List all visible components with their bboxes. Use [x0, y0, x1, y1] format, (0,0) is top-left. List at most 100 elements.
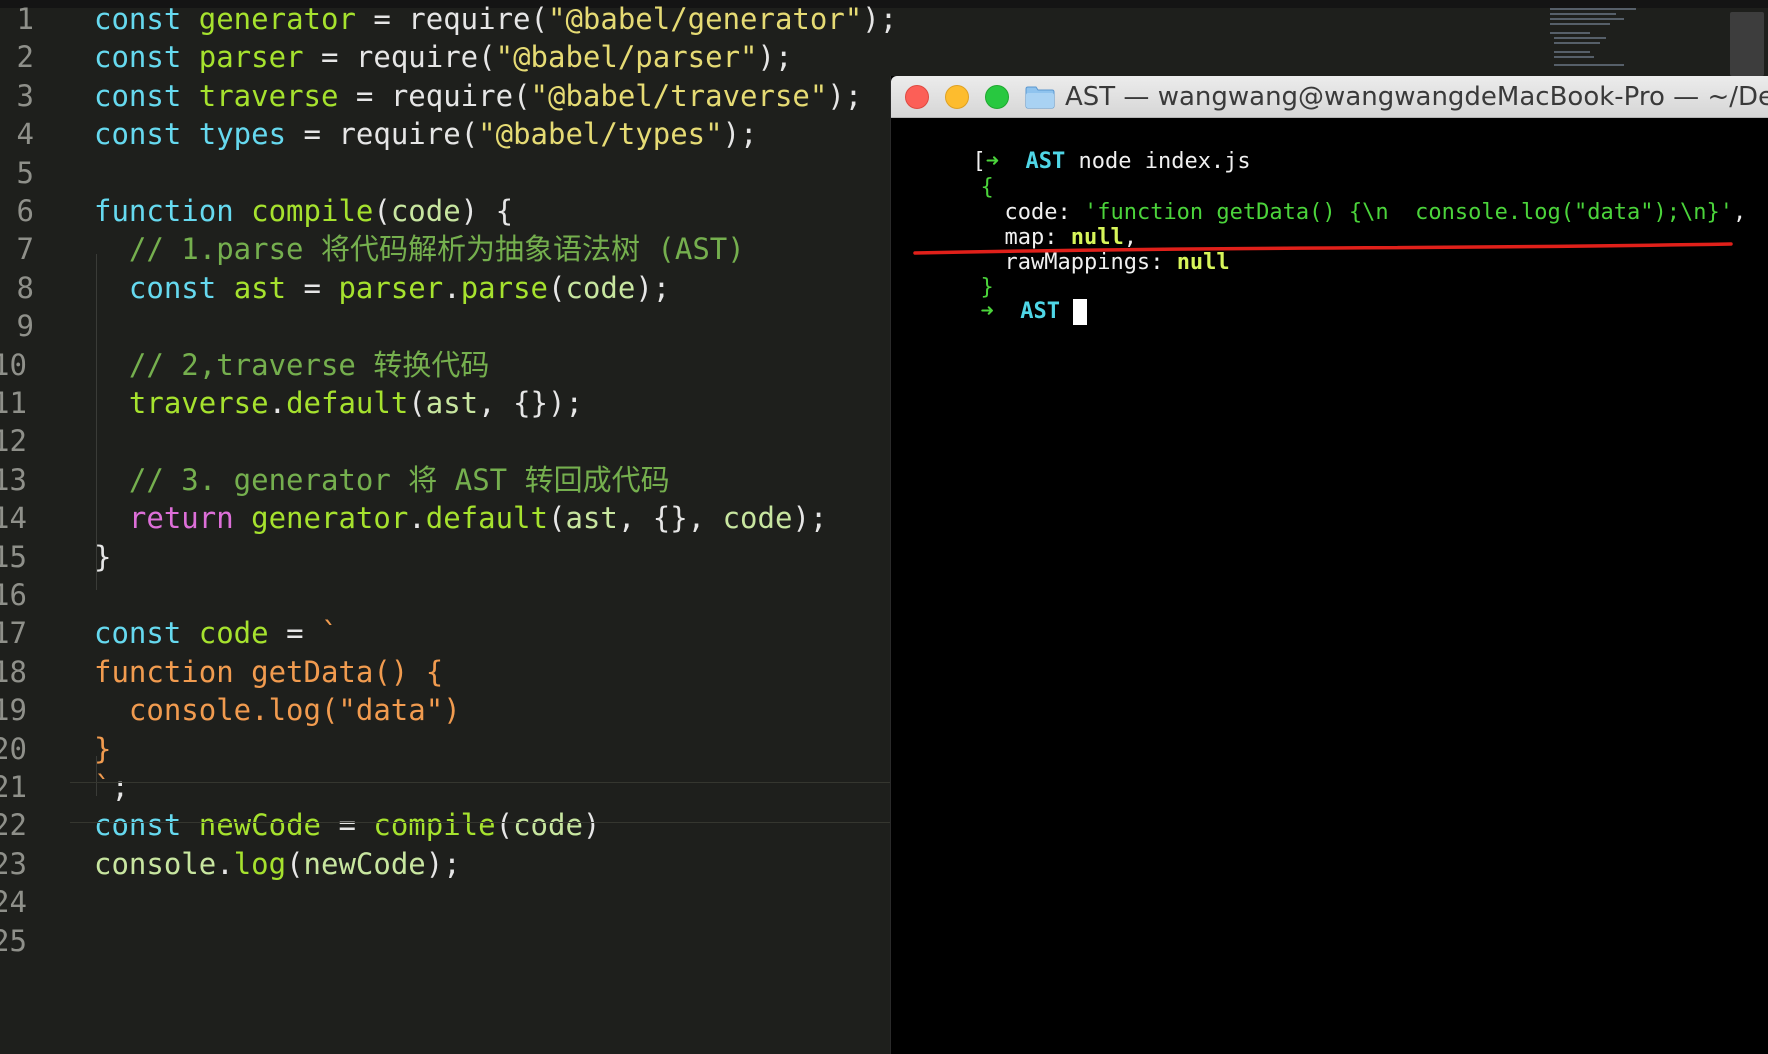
- terminal-output[interactable]: [➜ AST node index.js { code: 'function g…: [891, 118, 1768, 1054]
- current-line-highlight: [70, 822, 890, 823]
- code-token: );: [792, 501, 828, 536]
- code-line[interactable]: function getData() {: [94, 652, 443, 692]
- code-token: const: [94, 808, 199, 843]
- code-token: =: [286, 270, 339, 305]
- code-token: ast: [565, 501, 618, 536]
- code-token: newCode: [303, 846, 426, 881]
- terminal-title: AST — wangwang@wangwangdeMacBook-Pro — ~…: [1065, 82, 1768, 112]
- line-number: 15: [0, 539, 27, 574]
- code-line[interactable]: console.log(newCode);: [94, 844, 461, 884]
- code-line[interactable]: const newCode = compile(code): [94, 805, 600, 845]
- code-token: default: [286, 386, 409, 420]
- code-line[interactable]: return generator.default(ast, {}, code);: [94, 498, 827, 538]
- code-token: const: [94, 40, 199, 75]
- code-token: );: [757, 40, 793, 75]
- code-token: , {},: [617, 501, 723, 536]
- code-token: traverse: [198, 78, 339, 113]
- code-token: .: [268, 386, 287, 420]
- indent-guide: [96, 756, 97, 796]
- code-token: =: [303, 40, 356, 75]
- terminal-line-open-brace: {: [980, 175, 994, 200]
- code-token: ast: [425, 386, 479, 420]
- code-token: code: [513, 808, 583, 843]
- code-line[interactable]: // 3. generator 将 AST 转回成代码: [94, 460, 670, 500]
- code-token: traverse: [94, 386, 269, 420]
- terminal-line-prompt[interactable]: ➜ AST: [901, 270, 1088, 325]
- code-token: =: [320, 808, 374, 843]
- line-number: 2: [16, 40, 34, 75]
- code-token: (: [408, 386, 426, 420]
- code-line[interactable]: const parser = require("@babel/parser");: [94, 37, 792, 77]
- code-token: ) {: [460, 194, 514, 228]
- maximize-window-button[interactable]: [985, 85, 1009, 109]
- line-number: 12: [0, 424, 27, 459]
- code-token: console: [94, 846, 217, 881]
- code-line[interactable]: const traverse = require("@babel/travers…: [94, 76, 862, 116]
- code-token: // 2,traverse 转换代码: [94, 347, 490, 382]
- code-line[interactable]: const ast = parser.parse(code);: [94, 268, 670, 308]
- line-number: 18: [0, 654, 27, 689]
- code-token: "@babel/parser": [495, 40, 758, 75]
- code-token: require: [355, 40, 479, 75]
- code-token: return: [94, 501, 252, 536]
- prompt-arrow-icon: ➜: [980, 299, 994, 324]
- code-token: (: [286, 846, 304, 881]
- code-line[interactable]: const types = require("@babel/types");: [94, 114, 758, 154]
- code-token: console.log("data"): [94, 693, 461, 728]
- line-number: 17: [0, 616, 27, 651]
- code-token: newCode: [198, 808, 321, 843]
- code-token: code: [722, 501, 793, 536]
- line-number: 3: [16, 78, 34, 113]
- code-token: (: [460, 117, 479, 152]
- line-number: 1: [16, 2, 34, 36]
- code-token: `: [321, 616, 339, 651]
- red-annotation-underline: [913, 242, 1733, 255]
- editor-scrollbar[interactable]: [1730, 12, 1764, 76]
- terminal-cursor: [1073, 299, 1088, 325]
- code-token: require: [338, 117, 461, 152]
- code-token: (: [547, 501, 566, 536]
- code-token: (: [478, 40, 496, 75]
- indent-guide: [96, 254, 97, 590]
- code-token: code: [390, 194, 461, 228]
- code-token: );: [425, 846, 461, 881]
- close-window-button[interactable]: [905, 85, 929, 109]
- code-line[interactable]: console.log("data"): [94, 690, 461, 730]
- code-token: (: [373, 194, 391, 228]
- terminal-window[interactable]: AST — wangwang@wangwangdeMacBook-Pro — ~…: [890, 76, 1768, 1054]
- line-number: 6: [16, 194, 34, 228]
- line-number: 10: [0, 347, 27, 382]
- code-token: generator: [198, 2, 356, 36]
- minimize-window-button[interactable]: [945, 85, 969, 109]
- code-line[interactable]: traverse.default(ast, {});: [94, 383, 583, 423]
- line-number: 8: [16, 270, 34, 305]
- code-token: const: [94, 270, 234, 305]
- line-number: 25: [0, 923, 27, 958]
- code-line[interactable]: const code = `: [94, 613, 338, 653]
- code-token: ast: [233, 270, 287, 305]
- code-token: log: [233, 846, 287, 881]
- code-token: "@babel/generator": [547, 2, 863, 36]
- line-number: 24: [0, 885, 27, 920]
- code-line[interactable]: `;: [94, 767, 129, 807]
- code-token: "@babel/traverse": [530, 78, 828, 113]
- line-number: 16: [0, 578, 27, 612]
- line-number: 7: [16, 232, 34, 267]
- code-token: // 3. generator 将 AST 转回成代码: [94, 462, 670, 497]
- code-token: require: [390, 78, 514, 113]
- code-token: parser: [198, 40, 304, 75]
- code-line[interactable]: // 2,traverse 转换代码: [94, 345, 489, 385]
- terminal-line-code: code: 'function getData() {\n console.lo…: [1004, 200, 1747, 225]
- code-line[interactable]: const generator = require("@babel/genera…: [94, 0, 897, 39]
- code-token: const: [94, 78, 199, 113]
- code-line[interactable]: // 1.parse 将代码解析为抽象语法树 (AST): [94, 229, 745, 269]
- current-line-highlight: [70, 782, 890, 783]
- code-token: ;: [111, 770, 129, 804]
- minimap[interactable]: [1550, 8, 1640, 68]
- code-token: (: [530, 2, 548, 36]
- code-token: =: [268, 616, 321, 651]
- code-token: const: [94, 117, 199, 152]
- code-token: function getData() {: [94, 654, 444, 689]
- terminal-titlebar[interactable]: AST — wangwang@wangwangdeMacBook-Pro — ~…: [891, 76, 1768, 118]
- code-line[interactable]: function compile(code) {: [94, 191, 513, 231]
